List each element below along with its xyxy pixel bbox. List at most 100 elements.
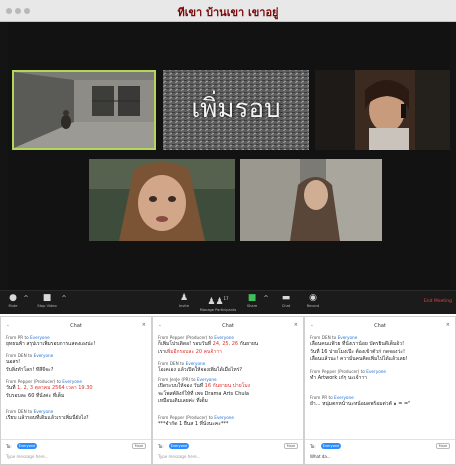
invite-icon: ♟: [179, 293, 189, 303]
message-text: ทำ Artwork เก๋ๆ นะเจ้าาา: [310, 375, 448, 383]
message-text-segment: เลื่อนคนแฟ้วย ที่นั่งเราน้อย บัตรยินดีเต…: [310, 341, 405, 347]
message-recipient[interactable]: Everyone: [197, 377, 217, 382]
message-text-segment: ยุทธนพ้า สรุปเราเพิ่มรอบการแสดงเองน่ะ!: [6, 341, 96, 347]
zoom-window: ทีเขา บ้านเขา เขาอยู่ เพิ่มรอบ ● Mute ^ …: [0, 0, 456, 314]
video-tile-closeup[interactable]: [89, 159, 235, 241]
message-text-segment: ก็เพิ่มโปรเดิดอ! รอบวันที่: [158, 341, 213, 347]
message-text: รับสิ่งทำโลก! ทีสีจีจะ?: [6, 367, 144, 375]
recipient-dropdown[interactable]: Everyone: [321, 443, 341, 449]
message-recipient[interactable]: Everyone: [34, 409, 54, 414]
message-recipient[interactable]: Everyone: [34, 353, 54, 358]
message-text: ยุทธนพ้า สรุปเราเพิ่มรอบการแสดงเองน่ะ!: [6, 341, 144, 349]
message-text-segment: รับสิ่งทำโลก! ทีสีจีจะ?: [6, 366, 54, 373]
video-tile-phone[interactable]: [315, 70, 450, 150]
end-meeting-button[interactable]: End Meeting: [424, 299, 452, 304]
window-scene-image: [240, 159, 382, 241]
chat-message: From Pepper (Producer) to Everyone วันที่…: [6, 379, 144, 400]
chat-panel: ⌄ Chat × From PR to Everyone ยุทธนพ้า สรุ…: [1, 317, 151, 464]
record-button[interactable]: ◉ Record: [302, 293, 324, 309]
chat-panel: ⌄ Chat × From DEN to Everyone เลื่อนคนแฟ้…: [305, 317, 455, 464]
message-text-segment: วันที่ 16 ปายโมงเป๊ะ ต้องเข้าตัวก่ กดจอง…: [310, 348, 405, 355]
message-text-segment: เรียบ แล้วรอบที่เดิมแล้วเราเพิ่มนี่ยังไง…: [6, 415, 89, 421]
highlighted-text: 24, 25, 26: [212, 341, 239, 347]
message-recipient[interactable]: Everyone: [214, 415, 234, 420]
recipient-dropdown[interactable]: Everyone: [169, 443, 189, 449]
message-text-segment: รับรอบละ 60 ที่นั่งค่ะ ที่เต็ม: [6, 392, 65, 399]
mute-button[interactable]: ● Mute: [5, 293, 21, 309]
close-icon[interactable]: ×: [446, 322, 450, 328]
message-text-segment: เลื่อนแล้วนะ! ความั่นคนคิดเพิ่มไปได้แล้ว…: [310, 356, 408, 362]
video-camera-icon: ■: [42, 293, 52, 303]
chevron-up-icon: ^: [263, 295, 269, 302]
message-text-segment: นอสร!: [6, 359, 21, 365]
chat-title: Chat: [222, 323, 234, 329]
message-recipient[interactable]: Everyone: [214, 335, 234, 340]
chat-message: From Pepper (Producer) to Everyone ก็เพิ่…: [158, 335, 296, 356]
message-text-segment: ทำ Artwork เก๋ๆ นะเจ้าาา: [310, 375, 367, 381]
message-text-segment: จะโพสต์ลิงก์ให้ที่ เพจ Drama Arts Chula: [158, 390, 249, 397]
message-text-segment: โอเคเอง แล้วเปิดให้จองเพิ่มได้เมื่อไหร่?: [158, 367, 243, 373]
chat-message: From DEN to Everyone นอสร! รับสิ่งทำโลก! ท…: [6, 353, 144, 374]
message-recipient[interactable]: Everyone: [62, 379, 82, 384]
message-text-segment: วันที่: [6, 385, 18, 391]
recipient-dropdown[interactable]: Everyone: [17, 443, 37, 449]
chevron-up-icon: ^: [61, 295, 67, 302]
video-tile-room[interactable]: [12, 70, 156, 150]
message-text: วันที่ 16 ปายโมงเป๊ะ ต้องเข้าตัวก่ กดจอง…: [310, 349, 448, 357]
participants-icon: ♟♟17: [207, 296, 229, 307]
room-scene-image: [14, 72, 154, 148]
record-icon: ◉: [309, 293, 317, 303]
message-text: เรียบ แล้วรอบที่เดิมแล้วเราเพิ่มนี่ยังไง…: [6, 415, 144, 423]
chat-button[interactable]: ▬ Chat: [276, 293, 296, 309]
chat-input[interactable]: What da...: [310, 454, 331, 459]
message-text: ***จำกัด 1 ยืนส 1 ที่นั่งนะคะ***: [158, 421, 296, 429]
more-button[interactable]: More: [436, 443, 450, 449]
highlighted-text: พิ่มอีกรอบละ 20 คนจ้าาา: [166, 348, 222, 355]
video-tile-window[interactable]: [240, 159, 382, 241]
message-recipient[interactable]: Everyone: [338, 335, 358, 340]
phone-call-image: [315, 70, 450, 150]
chat-message: From DEN to Everyone เลื่อนคนแฟ้วย ที่นั่…: [310, 335, 448, 364]
chat-message: From PR to Everyone ยุทธนพ้า สรุปเราเพิ่ม…: [6, 335, 144, 349]
stop-video-button[interactable]: ■ Stop Video: [34, 293, 60, 309]
highlighted-text: 1, 2, 3 ตุลาคม 2564 เวลา 19.30: [17, 385, 93, 391]
chat-title: Chat: [374, 323, 386, 329]
message-text: จะโพสต์ลิงก์ให้ที่ เพจ Drama Arts Chula: [158, 391, 296, 399]
message-text: นอสร!: [6, 359, 144, 367]
video-gallery: เพิ่มรอบ: [8, 22, 450, 290]
more-button[interactable]: More: [132, 443, 146, 449]
message-text-segment: ***จำกัด 1 ยืนส 1 ที่นั่งนะคะ***: [158, 421, 229, 427]
to-label: To:: [6, 444, 12, 449]
audio-options-button[interactable]: ^: [22, 293, 30, 304]
chat-input[interactable]: Type message here...: [6, 454, 49, 459]
message-text-segment: เราเ: [158, 348, 167, 355]
message-text: เลื่อนคนแฟ้วย ที่นั่งเราน้อย บัตรยินดีเต…: [310, 341, 448, 349]
invite-button[interactable]: ♟ Invite: [174, 293, 194, 309]
chat-message: From Pepper (Producer) to Everyone ทำ Art…: [310, 369, 448, 383]
message-recipient[interactable]: Everyone: [334, 395, 354, 400]
message-recipient[interactable]: Everyone: [366, 369, 386, 374]
message-text: โอเคเอง แล้วเปิดให้จองเพิ่มได้เมื่อไหร่?: [158, 367, 296, 375]
to-label: To:: [158, 444, 164, 449]
more-button[interactable]: More: [284, 443, 298, 449]
message-recipient[interactable]: Everyone: [30, 335, 50, 340]
face-closeup-image: [89, 159, 235, 241]
close-icon[interactable]: ×: [294, 322, 298, 328]
banner-text: เพิ่มรอบ: [191, 94, 281, 124]
video-options-button[interactable]: ^: [60, 293, 68, 304]
participant-count: 17: [223, 296, 229, 301]
window-title: ทีเขา บ้านเขา เขาอยู่: [177, 6, 279, 19]
share-button[interactable]: ■ Share: [242, 293, 262, 309]
close-icon[interactable]: ×: [142, 322, 146, 328]
share-options-button[interactable]: ^: [262, 293, 270, 304]
manage-participants-button[interactable]: ♟♟17 Manage Participants: [198, 293, 238, 313]
chat-panels: ⌄ Chat × From PR to Everyone ยุทธนพ้า สรุ…: [0, 316, 456, 465]
message-text-segment: เปิดระบบให้จอง วันที่: [158, 383, 205, 389]
chat-input[interactable]: Type message here...: [158, 454, 201, 459]
message-recipient[interactable]: Everyone: [186, 361, 206, 366]
chat-input-area: To: Everyone More Type message here...: [1, 439, 151, 464]
message-text-segment: กันยายน: [238, 341, 259, 347]
message-text: รับรอบละ 60 ที่นั่งค่ะ ที่เต็ม: [6, 393, 144, 401]
video-tile-banner[interactable]: เพิ่มรอบ: [163, 70, 309, 150]
message-text: เปิดระบบให้จอง วันที่ 16 กันยายน ปายโมง: [158, 383, 296, 391]
